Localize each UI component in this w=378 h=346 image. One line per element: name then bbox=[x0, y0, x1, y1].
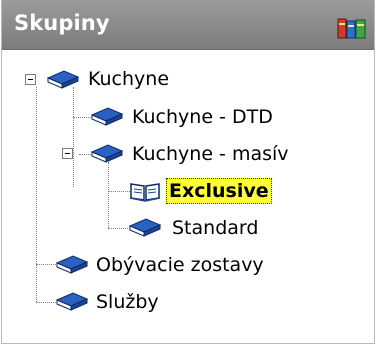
collapse-toggle[interactable] bbox=[25, 74, 36, 85]
book-closed-icon bbox=[90, 144, 124, 163]
tree-node-obyvacie-zostavy[interactable]: Obývacie zostavy bbox=[96, 252, 264, 278]
tree-node-sluzby[interactable]: Služby bbox=[96, 289, 159, 315]
tree-node-standard[interactable]: Standard bbox=[172, 215, 258, 241]
book-closed-icon bbox=[55, 255, 89, 274]
tree-line bbox=[73, 87, 74, 187]
tree-node-kuchyne[interactable]: Kuchyne bbox=[88, 66, 169, 92]
tree-node-exclusive[interactable]: Exclusive bbox=[166, 178, 272, 204]
book-closed-icon bbox=[128, 218, 162, 237]
book-closed-icon bbox=[90, 107, 124, 126]
tree-line bbox=[36, 87, 37, 302]
tree-line bbox=[36, 264, 56, 265]
books-icon[interactable] bbox=[337, 17, 367, 39]
tree-line bbox=[108, 228, 130, 229]
tree-line bbox=[108, 191, 130, 192]
tree-line bbox=[108, 162, 109, 228]
collapse-toggle[interactable] bbox=[62, 148, 73, 159]
panel-title: Skupiny bbox=[14, 11, 110, 35]
book-closed-icon bbox=[55, 292, 89, 311]
panel-header: Skupiny bbox=[2, 0, 374, 50]
tree-line bbox=[36, 302, 56, 303]
tree-line bbox=[73, 117, 91, 118]
book-closed-icon bbox=[46, 70, 80, 89]
group-tree[interactable]: Kuchyne Kuchyne - DTD Kuchyne - masív Ex… bbox=[2, 50, 374, 340]
groups-panel: Skupiny Kuchyne Kuchyne - DTD Kuchyne - … bbox=[1, 0, 375, 344]
tree-node-kuchyne-dtd[interactable]: Kuchyne - DTD bbox=[132, 104, 273, 130]
book-open-icon bbox=[129, 183, 161, 202]
tree-node-kuchyne-masiv[interactable]: Kuchyne - masív bbox=[132, 141, 289, 167]
